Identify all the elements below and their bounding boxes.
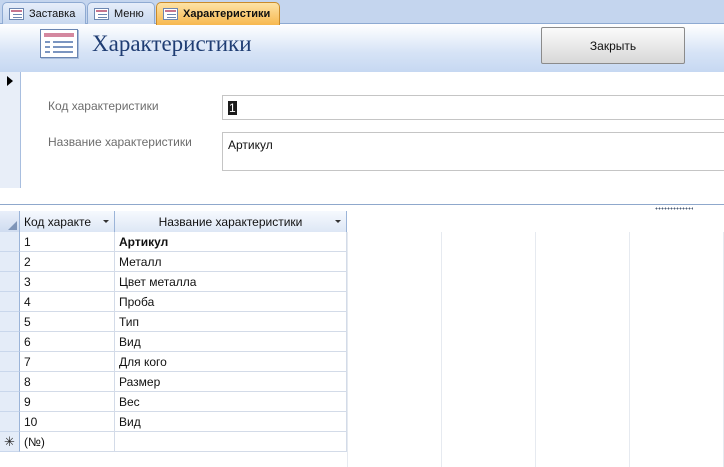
row-selector[interactable] [0, 412, 20, 432]
table-row[interactable]: 10 Вид [0, 412, 347, 432]
row-selector[interactable] [0, 232, 20, 252]
row-selector[interactable] [0, 372, 20, 392]
cell-name[interactable]: Цвет металла [115, 272, 347, 292]
column-dropdown-icon[interactable] [335, 220, 341, 223]
form-detail: Код характеристики 1 Название характерис… [0, 72, 724, 188]
page-title: Характеристики [92, 31, 252, 56]
cell-id[interactable]: 1 [20, 232, 115, 252]
cell-name[interactable]: Артикул [115, 232, 347, 252]
datasheet: Код характе Название характеристики 1 Ар… [0, 211, 724, 467]
name-field-value: Артикул [228, 138, 273, 152]
form-icon [163, 8, 178, 20]
cell-name[interactable]: Вид [115, 332, 347, 352]
record-selector[interactable] [0, 72, 21, 188]
row-selector[interactable] [0, 392, 20, 412]
cell-id[interactable]: 4 [20, 292, 115, 312]
id-field-value: 1 [228, 101, 237, 115]
table-row[interactable]: 4 Проба [0, 292, 347, 312]
form-header: Характеристики Закрыть [0, 24, 724, 72]
close-button[interactable]: Закрыть [541, 27, 685, 64]
tab-zastavka[interactable]: Заставка [2, 2, 86, 24]
new-record-row[interactable]: ✳ (№) [0, 432, 347, 452]
cell-id[interactable]: 6 [20, 332, 115, 352]
column-header-label: Код характе [24, 214, 92, 229]
new-record-id-cell[interactable]: (№) [20, 432, 115, 452]
cell-name[interactable]: Размер [115, 372, 347, 392]
tab-menu[interactable]: Меню [87, 2, 155, 24]
cell-name[interactable]: Металл [115, 252, 347, 272]
table-row[interactable]: 7 Для кого [0, 352, 347, 372]
form-icon [9, 7, 24, 20]
id-field-label: Код характеристики [48, 99, 159, 113]
new-record-name-cell[interactable] [115, 432, 347, 452]
cell-name[interactable]: Тип [115, 312, 347, 332]
cell-name[interactable]: Проба [115, 292, 347, 312]
cell-id[interactable]: 10 [20, 412, 115, 432]
row-selector[interactable] [0, 292, 20, 312]
column-header-name[interactable]: Название характеристики [115, 211, 347, 232]
row-selector[interactable] [0, 312, 20, 332]
tab-label: Меню [114, 7, 144, 20]
cell-name[interactable]: Вес [115, 392, 347, 412]
current-record-arrow-icon [7, 76, 13, 86]
empty-grid-area [347, 232, 724, 467]
table-row[interactable]: 5 Тип [0, 312, 347, 332]
table-row[interactable]: 9 Вес [0, 392, 347, 412]
cell-id[interactable]: 8 [20, 372, 115, 392]
row-selector[interactable] [0, 272, 20, 292]
form-logo-icon [40, 29, 78, 58]
datasheet-rows: 1 Артикул 2 Металл 3 Цвет металла 4 Проб… [0, 232, 347, 452]
splitter-grip-handle[interactable] [655, 207, 693, 210]
form-icon [94, 7, 109, 20]
name-field-label: Название характеристики [48, 135, 192, 149]
cell-id[interactable]: 5 [20, 312, 115, 332]
table-row[interactable]: 8 Размер [0, 372, 347, 392]
document-tab-strip: Заставка Меню Характеристики [0, 0, 724, 25]
split-divider [0, 188, 724, 205]
new-record-icon: ✳ [0, 432, 20, 452]
cell-id[interactable]: 2 [20, 252, 115, 272]
row-selector[interactable] [0, 332, 20, 352]
tab-characteristics[interactable]: Характеристики [156, 2, 280, 25]
cell-id[interactable]: 3 [20, 272, 115, 292]
table-row[interactable]: 6 Вид [0, 332, 347, 352]
column-dropdown-icon[interactable] [103, 220, 109, 223]
id-field[interactable]: 1 [222, 95, 724, 120]
cell-id[interactable]: 7 [20, 352, 115, 372]
name-field[interactable]: Артикул [222, 132, 724, 171]
column-header-id[interactable]: Код характе [20, 211, 115, 232]
row-selector[interactable] [0, 352, 20, 372]
cell-id[interactable]: 9 [20, 392, 115, 412]
cell-name[interactable]: Для кого [115, 352, 347, 372]
table-row[interactable]: 1 Артикул [0, 232, 347, 252]
cell-name[interactable]: Вид [115, 412, 347, 432]
tab-label: Заставка [29, 7, 76, 20]
select-all-corner[interactable] [0, 211, 20, 232]
row-selector[interactable] [0, 252, 20, 272]
datasheet-header: Код характе Название характеристики [0, 211, 724, 232]
column-header-label: Название характеристики [158, 214, 303, 229]
tab-label: Характеристики [183, 8, 271, 20]
table-row[interactable]: 3 Цвет металла [0, 272, 347, 292]
table-row[interactable]: 2 Металл [0, 252, 347, 272]
